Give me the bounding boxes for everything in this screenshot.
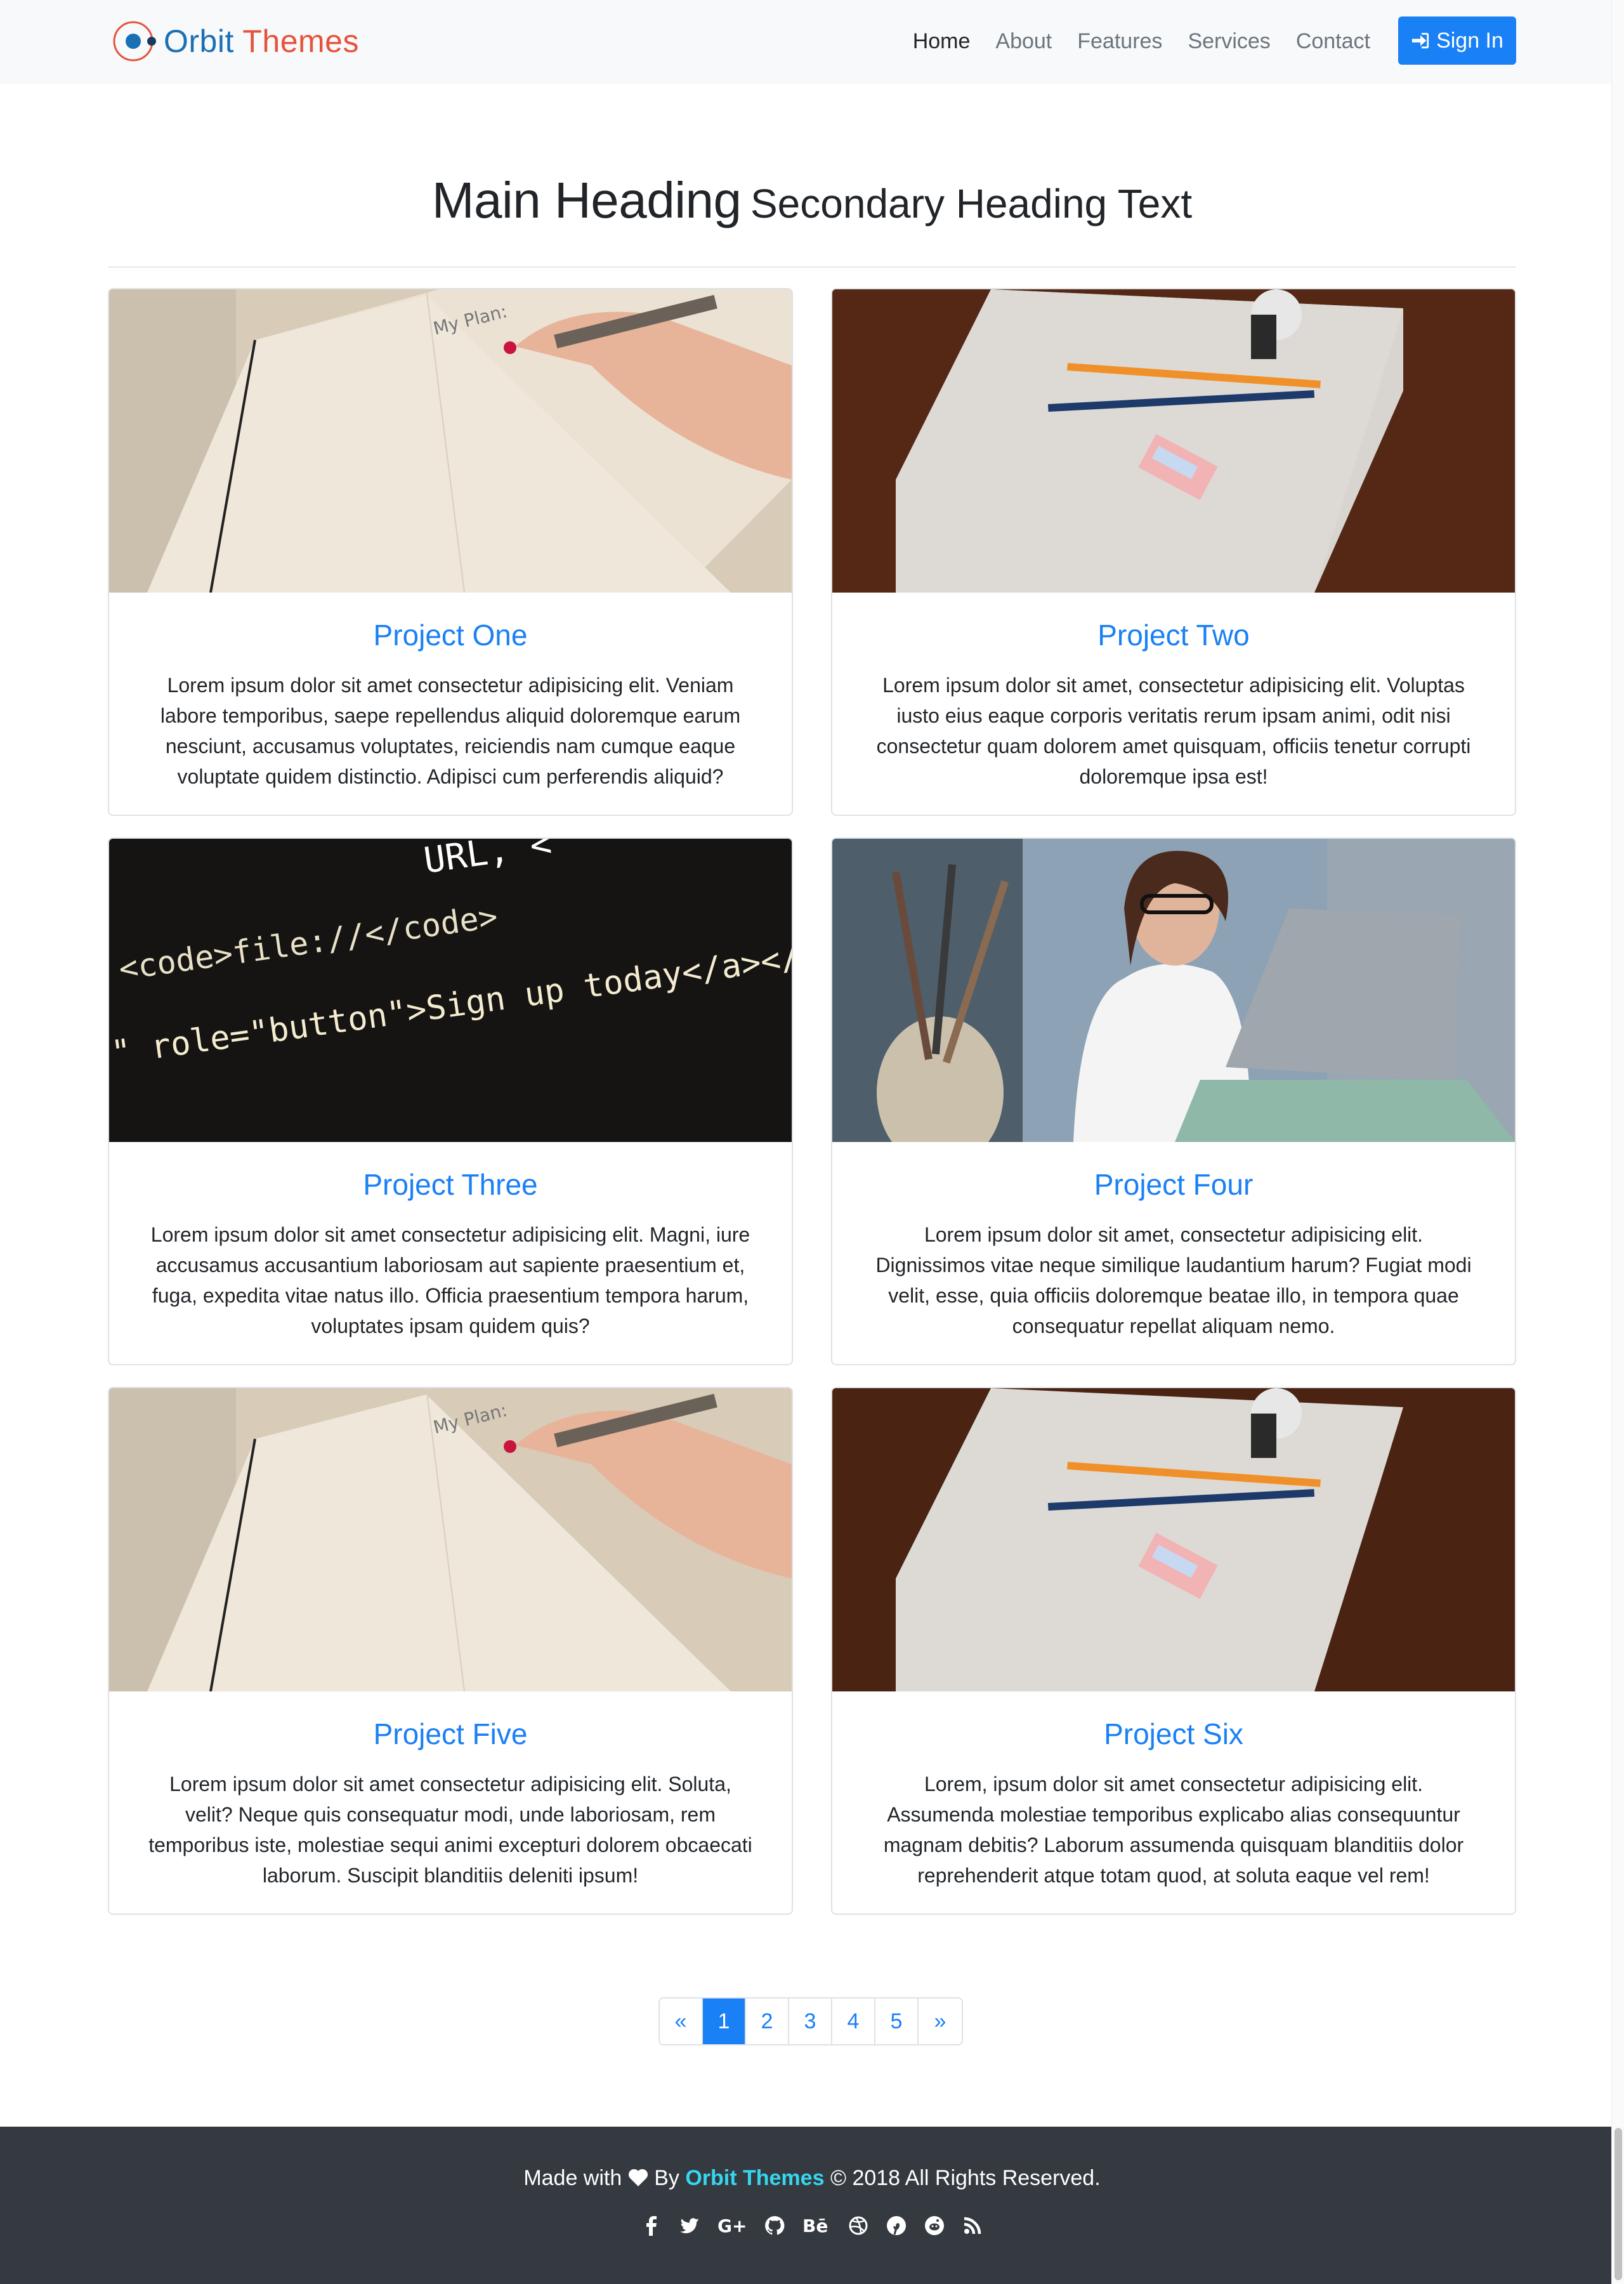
behance-icon[interactable]: Bē	[802, 2215, 830, 2236]
heart-icon	[628, 2169, 648, 2186]
brand-name: Orbit Themes	[164, 25, 359, 57]
project-text-1: Lorem ipsum dolor sit amet consectetur a…	[160, 674, 741, 788]
project-card-6: Project Six Lorem, ipsum dolor sit amet …	[831, 1387, 1516, 1915]
secondary-heading: Secondary Heading Text	[750, 181, 1193, 226]
nav-link-home[interactable]: Home	[900, 25, 983, 57]
twitter-icon[interactable]	[679, 2215, 700, 2236]
facebook-icon[interactable]	[641, 2215, 662, 2236]
project-text-3: Lorem ipsum dolor sit amet consectetur a…	[150, 1223, 750, 1337]
project-text-6: Lorem, ipsum dolor sit amet consectetur …	[883, 1773, 1464, 1887]
page-scrollbar[interactable]	[1611, 0, 1624, 2284]
dribbble-icon[interactable]	[848, 2215, 868, 2236]
project-title-1[interactable]: Project One	[109, 618, 792, 652]
pagination-page-4[interactable]: 4	[832, 1998, 875, 2044]
project-card-2: Project Two Lorem ipsum dolor sit amet, …	[831, 288, 1516, 816]
svg-text:G+: G+	[717, 2215, 747, 2236]
pagination-page-1[interactable]: 1	[703, 1998, 746, 2044]
pagination-prev[interactable]: «	[660, 1998, 703, 2044]
navbar: Orbit Themes Home About Features Service…	[0, 0, 1624, 84]
pagination-page-3[interactable]: 3	[789, 1998, 832, 2044]
nav-links: Home About Features Services Contact	[900, 25, 1383, 57]
rss-icon[interactable]	[962, 2215, 983, 2236]
project-card-3: URL, < <code>file://</code> " role="butt…	[108, 837, 793, 1365]
project-text-4: Lorem ipsum dolor sit amet, consectetur …	[875, 1223, 1472, 1337]
pagination-page-5[interactable]: 5	[875, 1998, 919, 2044]
project-title-4[interactable]: Project Four	[832, 1167, 1515, 1202]
footer: Made with By Orbit Themes © 2018 All Rig…	[0, 2127, 1624, 2284]
project-card-1: My Plan: Project One Lorem ipsum dolor s…	[108, 288, 793, 816]
sign-in-button[interactable]: Sign In	[1398, 16, 1516, 65]
footer-brand-link[interactable]: Orbit Themes	[685, 2166, 824, 2190]
nav-link-contact[interactable]: Contact	[1283, 25, 1383, 57]
pinterest-icon[interactable]	[886, 2215, 907, 2236]
nav-link-services[interactable]: Services	[1175, 25, 1283, 57]
pagination-next[interactable]: »	[919, 1998, 962, 2044]
project-image-code[interactable]: URL, < <code>file://</code> " role="butt…	[109, 839, 792, 1142]
nav-link-features[interactable]: Features	[1064, 25, 1175, 57]
project-card-5: My Plan: Project Five Lorem ipsum dolor …	[108, 1387, 793, 1915]
google-plus-icon[interactable]: G+	[717, 2215, 747, 2236]
project-image-notebook-2[interactable]: My Plan:	[109, 1388, 792, 1691]
header-divider	[108, 266, 1516, 268]
footer-made-with: Made with	[523, 2166, 622, 2190]
orbit-logo-icon	[113, 21, 156, 62]
project-title-3[interactable]: Project Three	[109, 1167, 792, 1202]
footer-credit: Made with By Orbit Themes © 2018 All Rig…	[0, 2166, 1624, 2191]
brand-part-orbit: Orbit	[164, 23, 234, 59]
project-title-6[interactable]: Project Six	[832, 1717, 1515, 1751]
pagination: « 1 2 3 4 5 »	[658, 1997, 963, 2045]
brand-part-themes: Themes	[242, 23, 359, 59]
project-image-pencils[interactable]	[832, 289, 1515, 593]
nav-link-about[interactable]: About	[983, 25, 1064, 57]
project-title-2[interactable]: Project Two	[832, 618, 1515, 652]
sign-in-icon	[1411, 32, 1429, 49]
project-image-pencils-2[interactable]	[832, 1388, 1515, 1691]
project-text-2: Lorem ipsum dolor sit amet, consectetur …	[876, 674, 1471, 788]
social-links: G+ Bē	[0, 2215, 1624, 2236]
project-text-5: Lorem ipsum dolor sit amet consectetur a…	[148, 1773, 752, 1887]
footer-copyright: © 2018 All Rights Reserved.	[830, 2166, 1101, 2190]
reddit-icon[interactable]	[924, 2215, 945, 2236]
svg-text:Bē: Bē	[802, 2215, 828, 2236]
brand-logo-link[interactable]: Orbit Themes	[112, 19, 359, 63]
scrollbar-thumb[interactable]	[1614, 2128, 1622, 2280]
github-icon[interactable]	[764, 2215, 785, 2236]
main-heading: Main Heading	[431, 172, 742, 228]
project-card-4: Project Four Lorem ipsum dolor sit amet,…	[831, 837, 1516, 1365]
pagination-page-2[interactable]: 2	[746, 1998, 789, 2044]
project-title-5[interactable]: Project Five	[109, 1717, 792, 1751]
project-image-woman-laptop[interactable]	[832, 839, 1515, 1142]
sign-in-label: Sign In	[1436, 28, 1503, 53]
footer-by: By	[654, 2166, 679, 2190]
project-image-notebook[interactable]: My Plan:	[109, 289, 792, 593]
page-header: Main Heading Secondary Heading Text	[108, 171, 1516, 230]
